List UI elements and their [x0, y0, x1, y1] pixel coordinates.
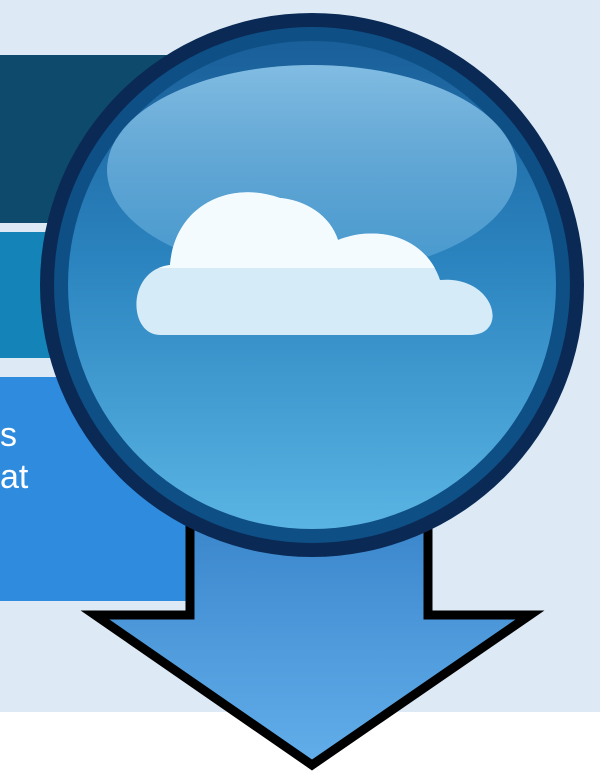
cloud-download-icon[interactable] [0, 0, 600, 777]
